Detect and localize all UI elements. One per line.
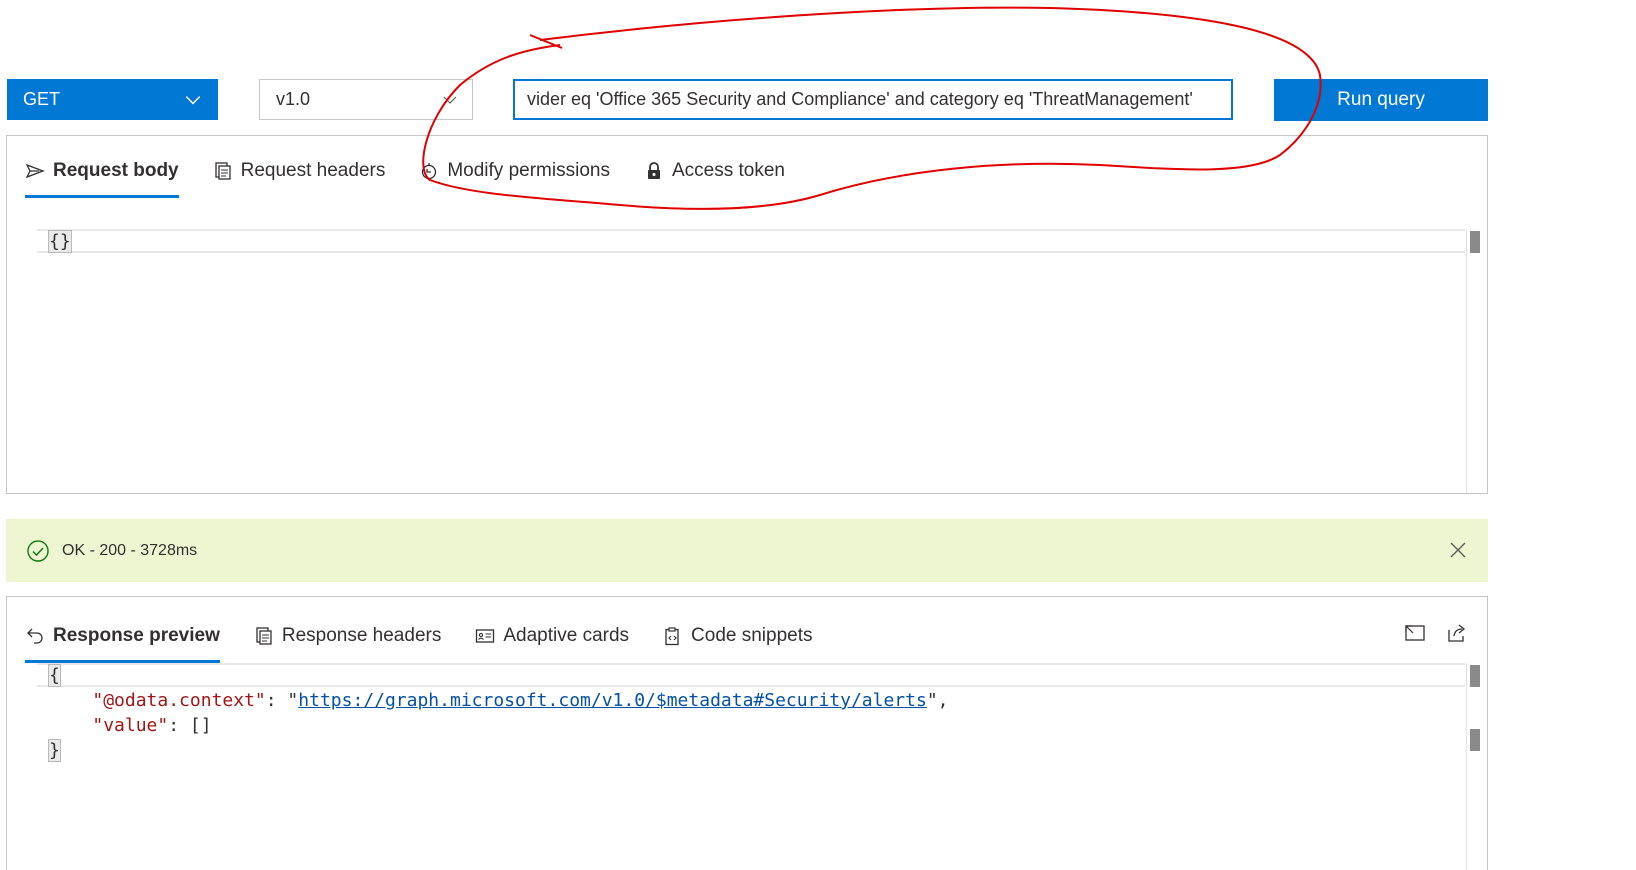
undo-icon [27, 628, 43, 644]
editor-scrollbar[interactable] [1466, 229, 1483, 493]
tab-request-headers[interactable]: Request headers [213, 154, 386, 188]
tab-request-body[interactable]: Request body [25, 154, 179, 198]
tab-response-preview[interactable]: Response preview [25, 619, 220, 663]
response-tabs: Response preview Response headers Adapti… [25, 619, 847, 663]
chevron-down-icon [443, 96, 457, 104]
expand-icon[interactable] [1403, 621, 1427, 645]
send-icon [25, 163, 45, 179]
status-text: OK - 200 - 3728ms [62, 541, 198, 559]
response-json: { "@odata.context": "https://graph.micro… [48, 664, 949, 762]
scroll-thumb[interactable] [1470, 665, 1480, 687]
tab-label: Code snippets [691, 625, 813, 646]
checkmark-circle-icon [27, 539, 49, 562]
tab-label: Response preview [53, 625, 220, 646]
tab-label: Request headers [240, 160, 386, 181]
scroll-thumb[interactable] [1470, 231, 1480, 253]
card-icon [476, 629, 495, 643]
tab-label: Response headers [281, 625, 442, 646]
tab-label: Adaptive cards [503, 625, 630, 646]
tab-response-headers[interactable]: Response headers [254, 619, 442, 653]
tab-label: Request body [53, 160, 179, 181]
query-url-input[interactable] [513, 79, 1233, 120]
request-body-editor[interactable]: {} [37, 229, 1483, 493]
response-actions [1403, 621, 1469, 645]
response-preview-editor[interactable]: { "@odata.context": "https://graph.micro… [37, 663, 1483, 870]
scroll-thumb[interactable] [1470, 729, 1480, 751]
http-method-label: GET [23, 89, 61, 109]
close-icon[interactable] [1448, 540, 1468, 560]
http-method-dropdown[interactable]: GET [7, 79, 218, 120]
version-dropdown[interactable]: v1.0 [259, 79, 473, 120]
request-tabs: Request body Request headers Modify perm… [25, 154, 819, 198]
clipboard-icon [665, 627, 679, 646]
chevron-down-icon [185, 95, 201, 104]
tab-modify-permissions[interactable]: Modify permissions [419, 154, 610, 188]
response-panel: Response preview Response headers Adapti… [6, 596, 1488, 870]
current-line-highlight [37, 229, 1465, 253]
tab-code-snippets[interactable]: Code snippets [663, 619, 813, 653]
version-label: v1.0 [276, 89, 311, 109]
tab-access-token[interactable]: Access token [644, 154, 785, 188]
document-icon [256, 627, 272, 645]
tab-label: Access token [671, 160, 785, 181]
tab-adaptive-cards[interactable]: Adaptive cards [475, 619, 629, 653]
document-icon [214, 162, 231, 180]
tab-label: Modify permissions [447, 160, 610, 181]
lock-icon [647, 162, 660, 179]
request-body-text: {} [48, 230, 72, 253]
editor-scrollbar[interactable] [1466, 663, 1483, 870]
run-query-button[interactable]: Run query [1274, 79, 1488, 121]
permission-icon [422, 163, 437, 180]
status-bar: OK - 200 - 3728ms [6, 519, 1488, 582]
share-icon[interactable] [1445, 621, 1469, 645]
request-panel: Request body Request headers Modify perm… [6, 135, 1488, 494]
